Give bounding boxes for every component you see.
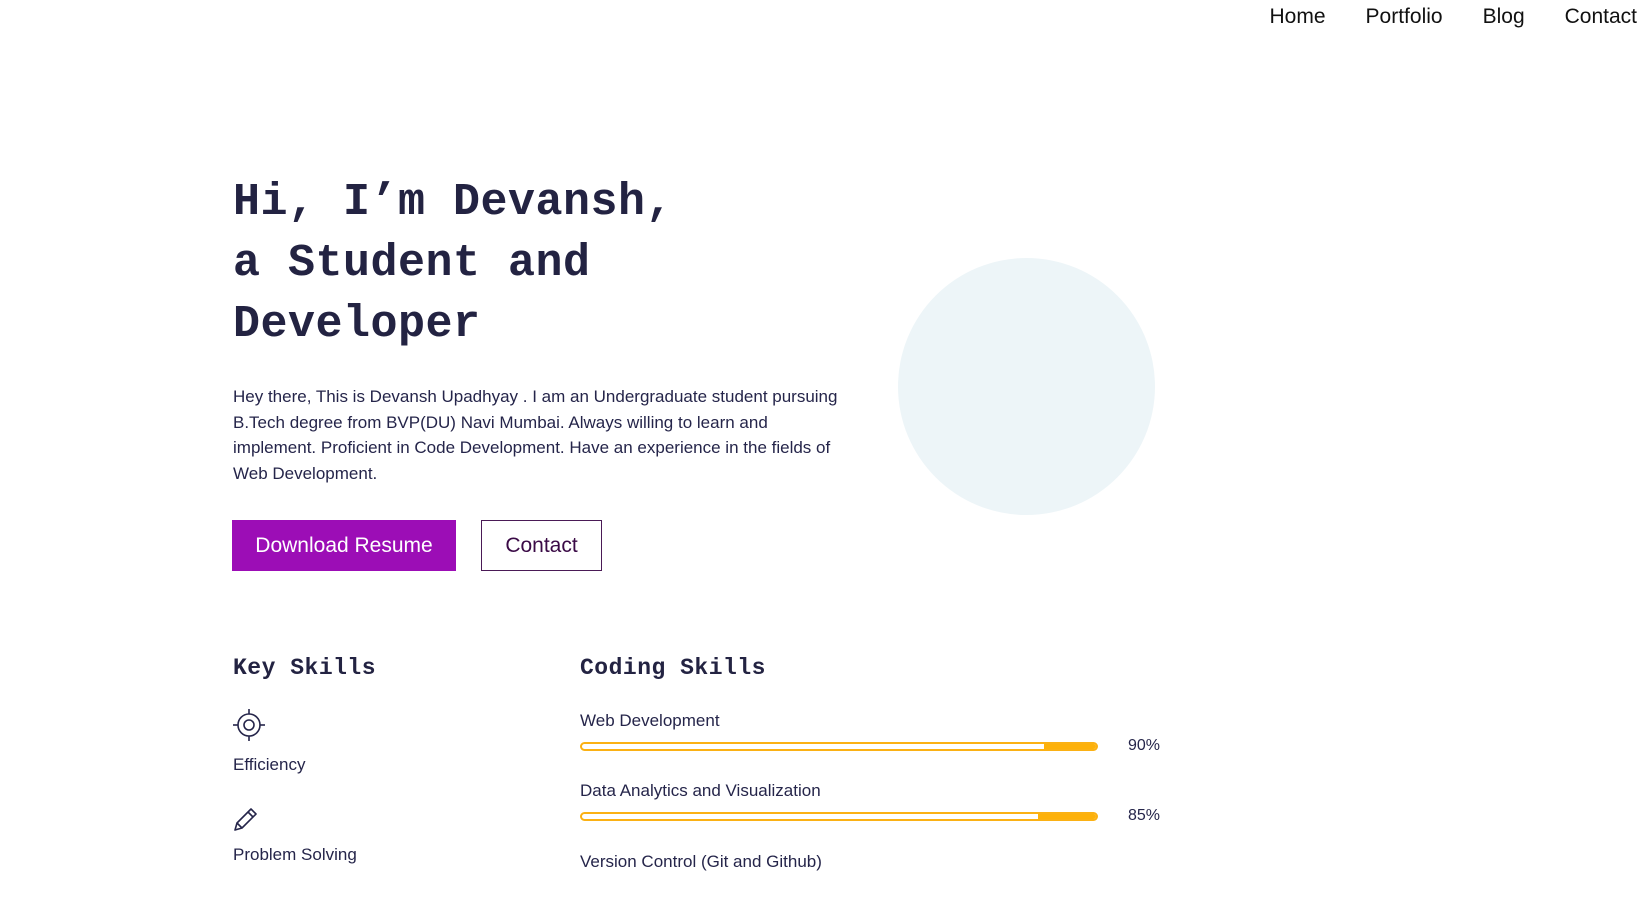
skill-name-web-development: Web Development bbox=[580, 711, 720, 730]
download-resume-button[interactable]: Download Resume bbox=[232, 520, 456, 571]
hero-title: Hi, I’m Devansh, a Student and Developer bbox=[233, 172, 853, 355]
nav-blog-link[interactable]: Blog bbox=[1463, 0, 1545, 36]
skill-bar-data-analytics bbox=[580, 812, 1098, 821]
key-skill-efficiency: Efficiency bbox=[233, 755, 306, 774]
skill-bar-fill bbox=[1038, 814, 1096, 819]
intro-paragraph: Hey there, This is Devansh Upadhyay . I … bbox=[233, 387, 838, 484]
hero-title-line-2: a Student and bbox=[233, 238, 591, 289]
top-nav: Home Portfolio Blog Contact bbox=[1250, 0, 1647, 36]
skill-name-data-analytics: Data Analytics and Visualization bbox=[580, 781, 821, 800]
skill-bar-web-development bbox=[580, 742, 1098, 751]
nav-home-link[interactable]: Home bbox=[1250, 0, 1346, 36]
hero-title-line-3: Developer bbox=[233, 299, 481, 350]
page: Home Portfolio Blog Contact Hi, I’m Deva… bbox=[0, 0, 1647, 916]
target-icon bbox=[232, 708, 266, 742]
skill-name-version-control: Version Control (Git and Github) bbox=[580, 852, 822, 871]
key-skills-heading: Key Skills bbox=[233, 655, 377, 681]
profile-image-placeholder bbox=[898, 258, 1155, 515]
coding-skills-heading: Coding Skills bbox=[580, 655, 766, 681]
key-skill-problem-solving: Problem Solving bbox=[233, 845, 357, 864]
skill-percent-web-development: 90% bbox=[1128, 737, 1161, 754]
pencil-icon bbox=[231, 804, 265, 838]
nav-portfolio-link[interactable]: Portfolio bbox=[1346, 0, 1463, 36]
skill-bar-fill bbox=[1043, 744, 1096, 749]
contact-button[interactable]: Contact bbox=[481, 520, 602, 571]
nav-contact-link[interactable]: Contact bbox=[1545, 0, 1647, 36]
hero-title-line-1: Hi, I’m Devansh, bbox=[233, 177, 674, 228]
skill-percent-data-analytics: 85% bbox=[1128, 807, 1161, 824]
